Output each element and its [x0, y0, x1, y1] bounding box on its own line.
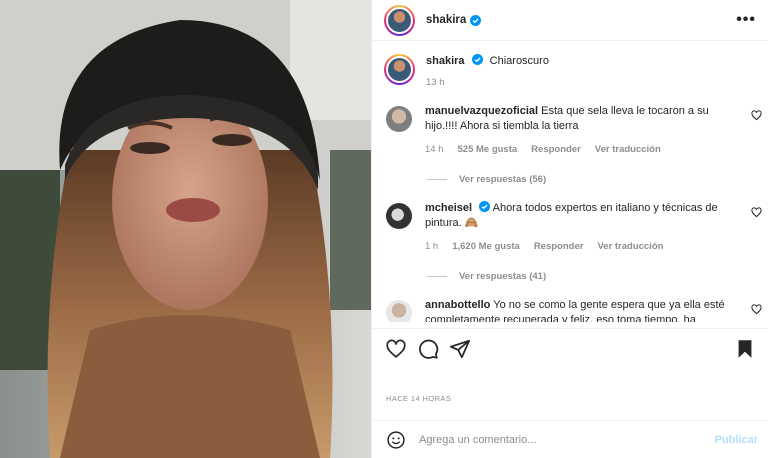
caption-content: shakira Chiaroscuro 13 h [426, 54, 549, 90]
caption-avatar[interactable] [384, 54, 415, 85]
add-comment-bar: Publicar [372, 420, 768, 458]
publish-button[interactable]: Publicar [715, 434, 758, 446]
more-options-button[interactable]: ••• [736, 11, 756, 29]
comment-meta: 14 h 525 Me gusta Responder Ver traducci… [425, 142, 725, 157]
verified-badge-icon [470, 14, 482, 26]
comment-item: mcheisel Ahora todos expertos en italian… [372, 201, 768, 254]
author-avatar[interactable] [384, 4, 415, 36]
view-replies-label: Ver respuestas (41) [459, 270, 547, 282]
instagram-post-modal: shakira ••• shakira Chiaroscuro 13 h man… [0, 0, 768, 458]
commenter-username[interactable]: mcheisel [425, 202, 472, 214]
caption-text: Chiaroscuro [489, 55, 549, 67]
post-photo[interactable] [0, 0, 371, 458]
view-replies-button[interactable]: Ver respuestas (41) [372, 266, 768, 286]
replies-line [427, 275, 447, 277]
comment-heart-icon[interactable] [751, 207, 762, 218]
comment-meta: 1 h 1,620 Me gusta Responder Ver traducc… [425, 239, 725, 254]
reply-button[interactable]: Responder [531, 142, 581, 157]
post-header: shakira ••• [372, 0, 768, 41]
post-details-panel: shakira ••• shakira Chiaroscuro 13 h man… [371, 0, 768, 458]
comment-likes[interactable]: 1,620 Me gusta [452, 239, 520, 254]
view-replies-label: Ver respuestas (56) [459, 173, 547, 185]
comment-body: manuelvazquezoficial Esta que sela lleva… [425, 104, 725, 157]
comment-item: manuelvazquezoficial Esta que sela lleva… [372, 104, 768, 157]
comment-body: annabottello Yo no se como la gente espe… [425, 298, 725, 322]
comment-heart-icon[interactable] [751, 304, 762, 315]
comment-item: annabottello Yo no se como la gente espe… [372, 298, 768, 322]
author-avatar-image [386, 6, 413, 34]
selfie-image [0, 0, 371, 458]
caption-username[interactable]: shakira [426, 55, 465, 67]
commenter-username[interactable]: manuelvazquezoficial [425, 105, 538, 117]
comment-likes[interactable]: 525 Me gusta [458, 142, 518, 157]
commenter-avatar[interactable] [386, 203, 412, 229]
share-icon[interactable] [449, 338, 471, 360]
commenter-avatar[interactable] [386, 106, 412, 132]
post-time-ago: HACE 14 HORAS [386, 394, 452, 403]
verified-badge-icon [471, 54, 483, 65]
emoji-icon[interactable] [386, 430, 406, 450]
comments-list[interactable]: shakira Chiaroscuro 13 h manuelvazquezof… [372, 42, 768, 322]
replies-line [427, 178, 447, 180]
reply-button[interactable]: Responder [534, 239, 584, 254]
view-replies-button[interactable]: Ver respuestas (56) [372, 169, 768, 189]
caption-timestamp: 13 h [426, 77, 445, 88]
translate-button[interactable]: Ver traducción [595, 142, 661, 157]
comment-input[interactable] [419, 433, 715, 446]
author-username[interactable]: shakira [426, 14, 466, 26]
commenter-avatar[interactable] [386, 300, 412, 322]
comment-time: 1 h [425, 241, 439, 252]
post-action-bar [372, 328, 768, 368]
bookmark-icon[interactable] [734, 338, 756, 360]
post-caption: shakira Chiaroscuro 13 h [372, 42, 768, 90]
comment-time: 14 h [425, 144, 444, 155]
comment-heart-icon[interactable] [751, 110, 762, 121]
caption-avatar-image [386, 56, 413, 83]
comment-icon[interactable] [417, 338, 439, 360]
commenter-username[interactable]: annabottello [425, 299, 490, 311]
translate-button[interactable]: Ver traducción [597, 239, 663, 254]
verified-badge-icon [479, 201, 491, 212]
heart-icon[interactable] [385, 338, 407, 360]
comment-body: mcheisel Ahora todos expertos en italian… [425, 201, 725, 254]
